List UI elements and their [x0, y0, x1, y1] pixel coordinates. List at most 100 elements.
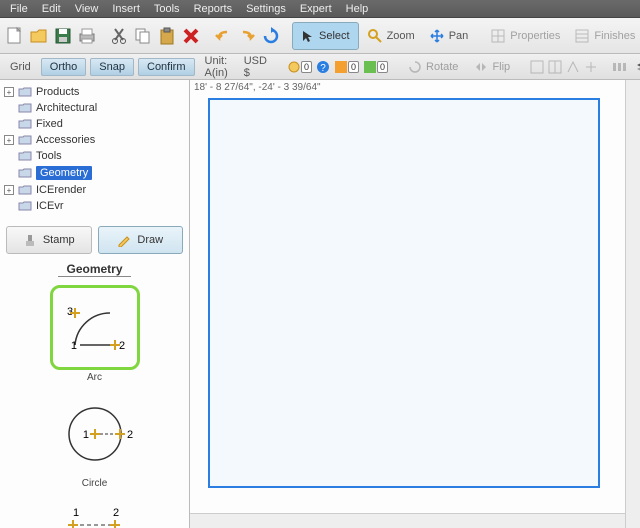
pencil-icon [117, 233, 131, 247]
stamp-icon [23, 233, 37, 247]
tree-item-fixed[interactable]: Fixed [2, 116, 187, 132]
shape-palette: Geometry 1 2 3 Arc 1 2 [0, 258, 189, 528]
warn-icon[interactable] [334, 58, 348, 76]
unit-label[interactable]: Unit: A(in) [199, 53, 234, 81]
confirm-toggle[interactable]: Confirm [138, 58, 195, 76]
flip-icon [474, 60, 488, 74]
shape-circle-label: Circle [12, 478, 177, 489]
properties-label: Properties [510, 30, 560, 42]
tree-item-geometry[interactable]: Geometry [2, 164, 187, 182]
grid-toggle[interactable]: Grid [4, 59, 37, 75]
finishes-button[interactable]: Finishes [568, 23, 640, 49]
magnifier-icon [367, 28, 383, 44]
menu-insert[interactable]: Insert [106, 1, 146, 17]
menu-view[interactable]: View [69, 1, 105, 17]
ortho-toggle[interactable]: Ortho [41, 58, 87, 76]
finishes-icon [574, 28, 590, 44]
menu-reports[interactable]: Reports [188, 1, 239, 17]
svg-text:2: 2 [113, 507, 119, 519]
tab-stamp[interactable]: Stamp [6, 226, 92, 254]
tree-item-products[interactable]: +Products [2, 84, 187, 100]
folder-icon [18, 135, 32, 145]
redo-button[interactable] [236, 23, 258, 49]
distribute-icon[interactable] [612, 58, 626, 76]
info-icon[interactable] [363, 58, 377, 76]
palette-tabs: Stamp Draw [6, 226, 183, 254]
folder-icon [18, 151, 32, 161]
pan-label: Pan [449, 30, 469, 42]
scrollbar-horizontal[interactable] [190, 513, 625, 528]
rotate-button[interactable]: Rotate [402, 54, 464, 80]
expander-icon[interactable]: + [4, 135, 14, 145]
menu-bar: File Edit View Insert Tools Reports Sett… [0, 0, 640, 18]
open-file-button[interactable] [28, 23, 50, 49]
folder-icon [18, 103, 32, 113]
rotate-icon [408, 60, 422, 74]
expander-icon[interactable]: + [4, 185, 14, 195]
sidebar: +Products Architectural Fixed +Accessori… [0, 80, 190, 528]
zoom-tool-button[interactable]: Zoom [361, 23, 421, 49]
layers-button[interactable]: Layers [630, 54, 640, 80]
undo-button[interactable] [212, 23, 234, 49]
svg-text:1: 1 [73, 507, 79, 519]
tree-item-architectural[interactable]: Architectural [2, 100, 187, 116]
folder-icon [18, 87, 32, 97]
tree-item-icerender[interactable]: +ICErender [2, 182, 187, 198]
badge-zero: 0 [377, 61, 388, 73]
properties-button[interactable]: Properties [484, 23, 566, 49]
tab-draw[interactable]: Draw [98, 226, 184, 254]
shape-arc-label: Arc [12, 372, 177, 383]
palette-title: Geometry [58, 262, 130, 277]
menu-help[interactable]: Help [340, 1, 375, 17]
scrollbar-vertical[interactable] [625, 80, 640, 528]
snap-toggle[interactable]: Snap [90, 58, 134, 76]
currency-label[interactable]: USD $ [238, 53, 273, 81]
svg-text:?: ? [320, 63, 326, 74]
svg-text:1: 1 [82, 429, 88, 441]
flip-button[interactable]: Flip [468, 54, 516, 80]
select-label: Select [319, 30, 350, 42]
align-icon-1[interactable] [530, 58, 544, 76]
svg-text:2: 2 [127, 429, 133, 441]
menu-tools[interactable]: Tools [148, 1, 186, 17]
zoom-label: Zoom [387, 30, 415, 42]
select-tool-button[interactable]: Select [292, 22, 359, 50]
drawing-canvas[interactable]: 18' - 8 27/64", -24' - 3 39/64" [190, 80, 640, 528]
tree-view: +Products Architectural Fixed +Accessori… [0, 80, 189, 218]
cut-button[interactable] [108, 23, 130, 49]
align-icon-3[interactable] [566, 58, 580, 76]
options-bar: Grid Ortho Snap Confirm Unit: A(in) USD … [0, 54, 640, 80]
tree-item-icevr[interactable]: ICEvr [2, 198, 187, 214]
shape-line[interactable]: 1 2 [50, 497, 140, 528]
menu-edit[interactable]: Edit [36, 1, 67, 17]
paste-button[interactable] [156, 23, 178, 49]
svg-text:1: 1 [70, 340, 76, 352]
pan-icon [429, 28, 445, 44]
align-icon-4[interactable] [584, 58, 598, 76]
shape-circle[interactable]: 1 2 [50, 391, 140, 476]
menu-file[interactable]: File [4, 1, 34, 17]
main-toolbar: Select Zoom Pan Properties Finishes Revi… [0, 18, 640, 54]
shape-arc[interactable]: 1 2 3 [50, 285, 140, 370]
pan-tool-button[interactable]: Pan [423, 23, 475, 49]
tree-item-accessories[interactable]: +Accessories [2, 132, 187, 148]
align-icon-2[interactable] [548, 58, 562, 76]
tree-item-tools[interactable]: Tools [2, 148, 187, 164]
globe-icon[interactable] [287, 58, 301, 76]
new-file-button[interactable] [4, 23, 26, 49]
folder-icon [18, 201, 32, 211]
print-button[interactable] [76, 23, 98, 49]
help-icon[interactable]: ? [316, 58, 330, 76]
folder-icon [18, 119, 32, 129]
copy-button[interactable] [132, 23, 154, 49]
grid-icon [490, 28, 506, 44]
cursor-icon [301, 29, 315, 43]
expander-icon[interactable]: + [4, 87, 14, 97]
menu-expert[interactable]: Expert [294, 1, 338, 17]
menu-settings[interactable]: Settings [240, 1, 292, 17]
main-area: +Products Architectural Fixed +Accessori… [0, 80, 640, 528]
layers-icon [636, 60, 640, 74]
refresh-button[interactable] [260, 23, 282, 49]
delete-button[interactable] [180, 23, 202, 49]
save-button[interactable] [52, 23, 74, 49]
